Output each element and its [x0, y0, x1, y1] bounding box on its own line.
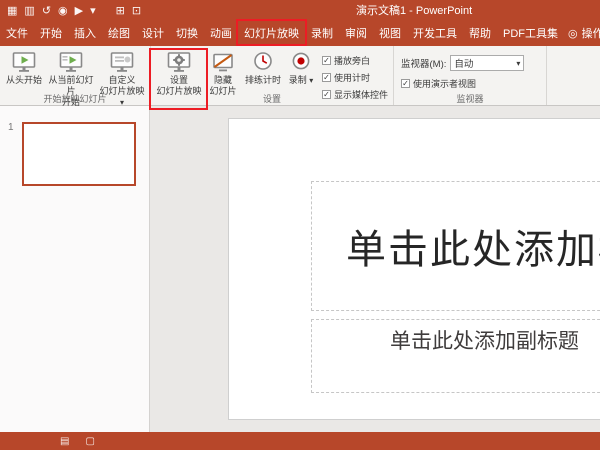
save-icon[interactable]: ▦ — [7, 0, 17, 22]
ribbon-tab-bar: 文件 开始 插入 绘图 设计 切换 动画 幻灯片放映 录制 审阅 视图 开发工具… — [0, 22, 600, 46]
slide-number: 1 — [8, 122, 14, 133]
rehearse-timings-label: 排练计时 — [245, 75, 281, 86]
monitor-list-icon — [109, 50, 135, 74]
tab-developer[interactable]: 开发工具 — [407, 22, 463, 46]
ribbon-group-start-slideshow: 从头开始 从当前幻灯片 开始 自定义 — [0, 46, 151, 105]
monitor-gear-icon — [166, 50, 192, 74]
customize-qat-caret-icon[interactable]: ▾ — [90, 0, 96, 22]
play-narrations-label: 播放旁白 — [334, 54, 370, 67]
title-placeholder-text: 单击此处添加标题 — [346, 217, 600, 275]
monitor-dropdown[interactable]: 自动 ▾ — [450, 55, 524, 71]
tab-slideshow-label: 幻灯片放映 — [244, 28, 299, 40]
tab-draw[interactable]: 绘图 — [102, 22, 136, 46]
tab-record[interactable]: 录制 — [305, 22, 339, 46]
tab-review[interactable]: 审阅 — [339, 22, 373, 46]
tab-file[interactable]: 文件 — [0, 22, 34, 46]
group-label-setup: 设置 — [151, 93, 393, 105]
quick-access-toolbar: ▦ ▥ ↺ ◉ ▶ ▾ ⊞ ⊡ — [0, 0, 141, 22]
group-label-start-slideshow: 开始放映幻灯片 — [0, 93, 150, 105]
lightbulb-icon: ◎ — [568, 22, 578, 46]
folder-icon[interactable]: ⊞ — [116, 0, 125, 22]
from-beginning-button[interactable]: 从头开始 — [3, 49, 45, 86]
monitor-dropdown-value: 自动 — [454, 56, 473, 70]
slide-thumbnail-panel: 1 — [0, 106, 150, 432]
slide-canvas[interactable]: 单击此处添加标题 单击此处添加副标题 — [228, 118, 600, 420]
ribbon-group-setup: 设置 幻灯片放映 隐藏 幻灯片 排练计时 — [151, 46, 394, 105]
checkbox-box: ✓ — [322, 56, 331, 65]
setup-slideshow-button[interactable]: 设置 幻灯片放映 — [154, 49, 204, 97]
tab-view[interactable]: 视图 — [373, 22, 407, 46]
title-placeholder[interactable]: 单击此处添加标题 — [311, 181, 600, 311]
subtitle-placeholder[interactable]: 单击此处添加副标题 — [311, 319, 600, 393]
checkbox-box: ✓ — [322, 73, 331, 82]
caret-down-icon: ▾ — [516, 59, 520, 68]
tab-slideshow[interactable]: 幻灯片放映 — [238, 22, 305, 46]
custom-slideshow-label-line1: 自定义 — [108, 75, 135, 86]
hide-slide-label-line1: 隐藏 — [214, 75, 232, 86]
record-button[interactable]: 录制 ▾ — [284, 49, 318, 86]
record-circle-icon — [289, 50, 313, 74]
comment-icon[interactable]: ▢ — [85, 436, 94, 447]
hidden-slide-icon — [211, 50, 235, 74]
editing-canvas: 单击此处添加标题 单击此处添加副标题 — [150, 106, 600, 432]
clock-icon — [251, 50, 275, 74]
hide-slide-button[interactable]: 隐藏 幻灯片 — [204, 49, 242, 97]
title-bar: ▦ ▥ ↺ ◉ ▶ ▾ ⊞ ⊡ 演示文稿1 - PowerPoint — [0, 0, 600, 22]
tab-home[interactable]: 开始 — [34, 22, 68, 46]
monitor-play-icon — [58, 50, 84, 74]
window-icon[interactable]: ⊡ — [132, 0, 141, 22]
record-label: 录制 — [289, 75, 307, 85]
use-presenter-view-label: 使用演示者视图 — [413, 77, 476, 90]
chart-icon[interactable]: ▥ — [24, 0, 34, 22]
group-label-monitors: 监视器 — [394, 93, 546, 105]
record-icon[interactable]: ◉ — [58, 0, 68, 22]
from-beginning-label: 从头开始 — [6, 75, 42, 86]
notes-icon[interactable]: ▤ — [60, 436, 69, 447]
setup-slideshow-label-line1: 设置 — [170, 75, 188, 86]
checkbox-box: ✓ — [401, 79, 410, 88]
tab-design[interactable]: 设计 — [136, 22, 170, 46]
use-timings-checkbox[interactable]: ✓ 使用计时 — [322, 71, 388, 84]
main-area: 1 单击此处添加标题 单击此处添加副标题 — [0, 106, 600, 432]
monitor-label: 监视器(M): — [401, 56, 446, 70]
tell-me-box[interactable]: ◎ 操作 — [564, 22, 600, 46]
tab-help[interactable]: 帮助 — [463, 22, 497, 46]
rehearse-timings-button[interactable]: 排练计时 — [242, 49, 284, 86]
subtitle-placeholder-text: 单击此处添加副标题 — [390, 325, 600, 355]
undo-icon[interactable]: ↺ — [42, 0, 51, 22]
tab-animations[interactable]: 动画 — [204, 22, 238, 46]
tab-insert[interactable]: 插入 — [68, 22, 102, 46]
use-timings-label: 使用计时 — [334, 71, 370, 84]
status-bar: ▤ ▢ — [0, 432, 600, 450]
tab-pdf-tools[interactable]: PDF工具集 — [497, 22, 564, 46]
use-presenter-view-checkbox[interactable]: ✓ 使用演示者视图 — [401, 77, 539, 90]
monitor-play-icon — [11, 50, 37, 74]
ribbon-group-monitors: 监视器(M): 自动 ▾ ✓ 使用演示者视图 监视器 — [394, 46, 547, 105]
window-title: 演示文稿1 - PowerPoint — [356, 0, 472, 22]
tell-me-label: 操作 — [582, 22, 600, 46]
play-from-start-icon[interactable]: ▶ — [75, 0, 83, 22]
monitor-column: 监视器(M): 自动 ▾ ✓ 使用演示者视图 — [397, 49, 543, 90]
play-narrations-checkbox[interactable]: ✓ 播放旁白 — [322, 54, 388, 67]
slide-thumbnail[interactable] — [22, 122, 136, 186]
ribbon: 从头开始 从当前幻灯片 开始 自定义 — [0, 46, 600, 106]
caret-down-icon: ▾ — [309, 76, 313, 85]
tab-transitions[interactable]: 切换 — [170, 22, 204, 46]
